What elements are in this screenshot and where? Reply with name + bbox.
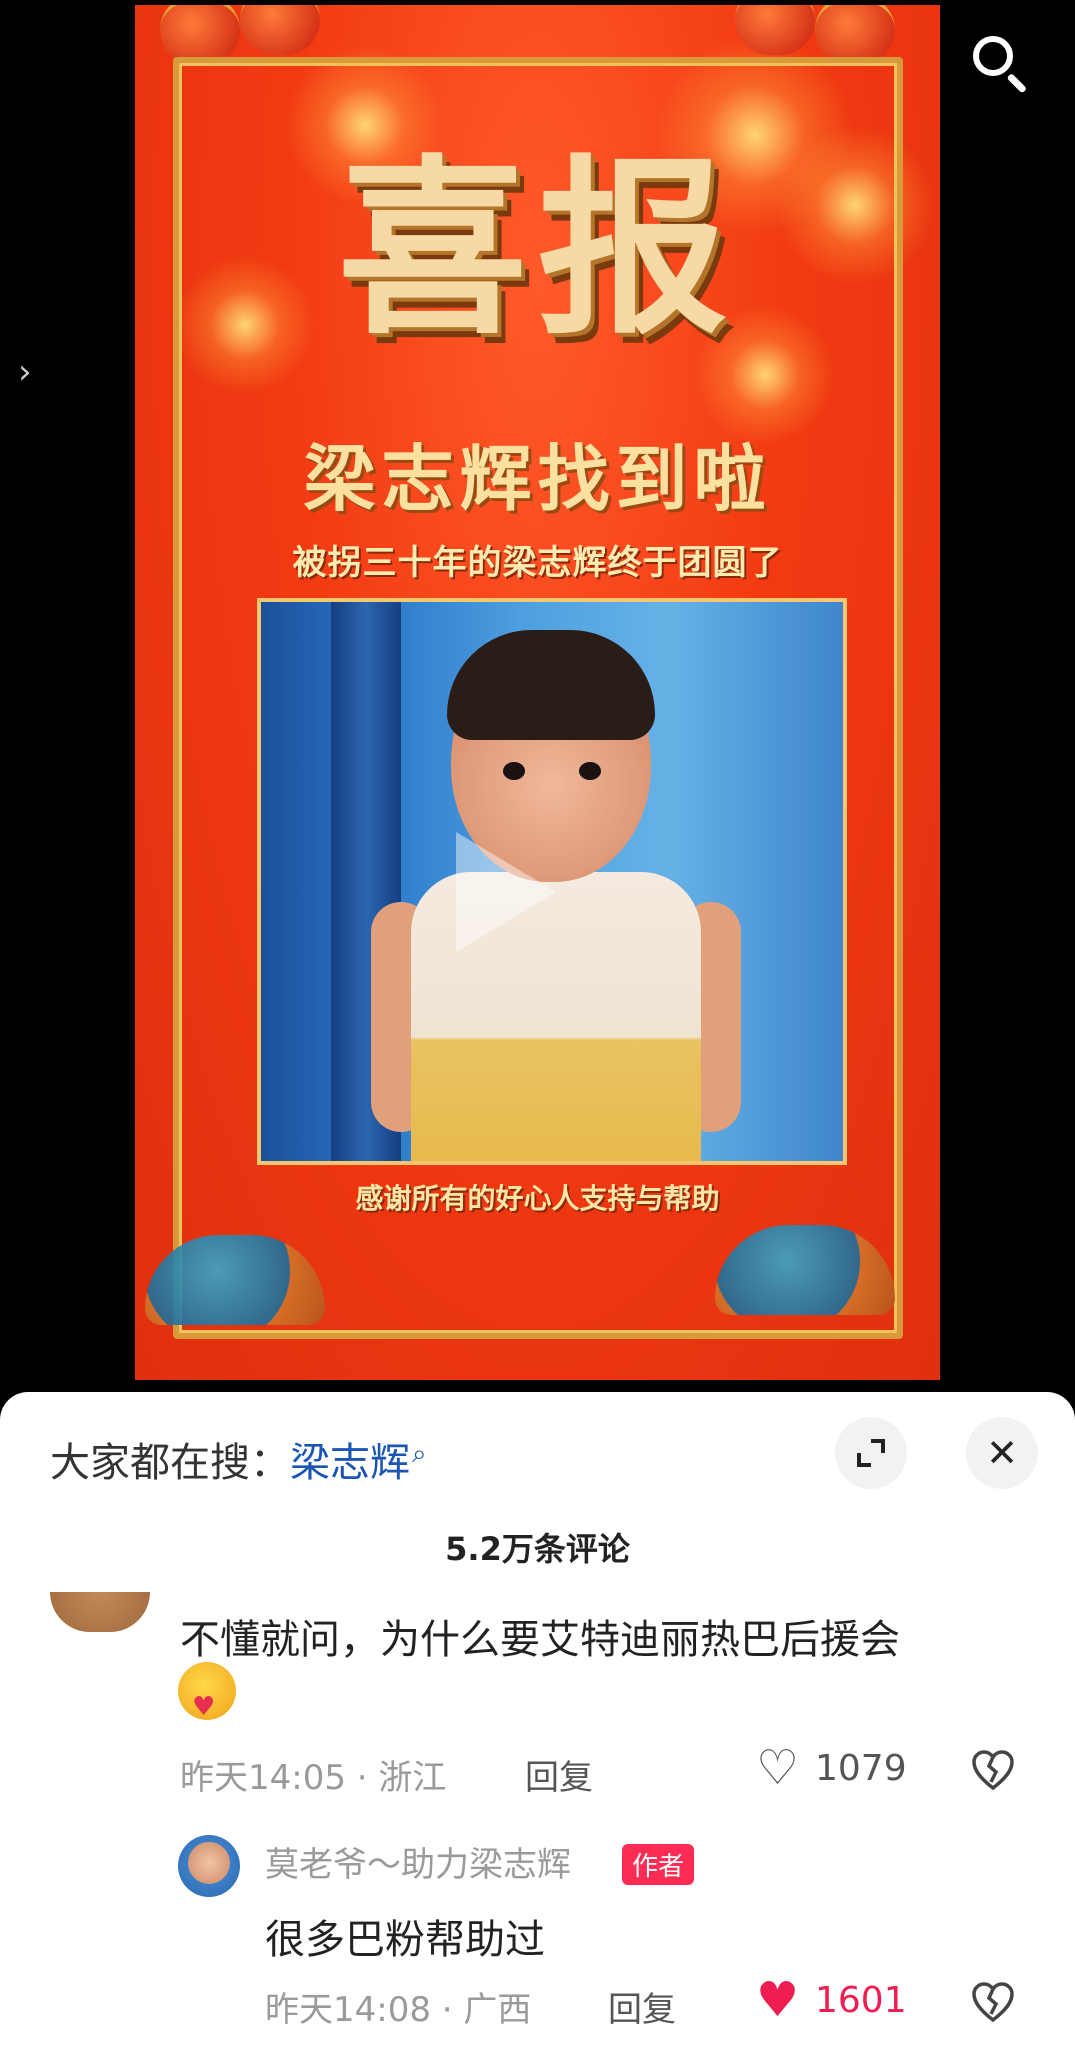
lantern-decoration — [160, 5, 240, 65]
poster-title: 喜报 — [337, 137, 738, 360]
poster-subtitle: 梁志辉找到啦 — [303, 436, 772, 521]
expand-button[interactable] — [835, 1417, 907, 1489]
chevron-right-icon[interactable]: › — [18, 352, 32, 392]
lantern-decoration — [240, 5, 320, 55]
search-icon[interactable] — [965, 28, 1035, 98]
like-count: 1601 — [815, 1980, 907, 2021]
expand-icon — [857, 1439, 885, 1467]
child-hair — [447, 630, 655, 740]
video-poster: 喜报 梁志辉找到啦 被拐三十年的梁志辉终于团圆了 感谢所有的好心人支持与帮助 — [135, 5, 940, 1380]
child-body — [411, 872, 701, 1161]
like-count: 1079 — [815, 1748, 907, 1789]
comment-sheet: 大家都在搜：梁志辉⌕ ✕ 5.2万条评论 不懂就问，为什么要艾特迪丽热巴后援会 … — [0, 1392, 1075, 2072]
poster-thanks: 感谢所有的好心人支持与帮助 — [355, 1182, 720, 1215]
author-avatar[interactable] — [178, 1835, 240, 1897]
page: › 喜报 梁志辉找到啦 被拐三十年的梁志辉终于团圆了 感谢所有的好心人支持与帮助… — [0, 0, 1075, 2072]
hot-search-label: 大家都在搜： — [50, 1440, 290, 1486]
close-button[interactable]: ✕ — [966, 1417, 1038, 1489]
search-small-icon: ⌕ — [412, 1439, 427, 1469]
play-icon[interactable] — [456, 832, 556, 952]
hot-search-bar[interactable]: 大家都在搜：梁志辉⌕ — [50, 1430, 427, 1488]
reply-button[interactable]: 回复 — [608, 1982, 676, 2031]
comment-location: 浙江 — [378, 1758, 447, 1798]
comment-meta: 昨天14:05 · 浙江 — [180, 1758, 447, 1798]
video-player[interactable]: › 喜报 梁志辉找到啦 被拐三十年的梁志辉终于团圆了 感谢所有的好心人支持与帮助 — [0, 0, 1075, 1400]
broken-heart-icon[interactable] — [970, 1748, 1016, 1794]
author-badge: 作者 — [622, 1844, 695, 1885]
reply-text: 很多巴粉帮助过 — [265, 1917, 545, 1963]
reply-username[interactable]: 莫老爷～助力梁志辉 — [265, 1837, 571, 1886]
hot-search-keyword[interactable]: 梁志辉 — [290, 1440, 410, 1486]
child-eye — [579, 762, 601, 780]
reply-time: 昨天14:08 — [265, 1990, 431, 2030]
lantern-decoration — [815, 5, 895, 65]
avatar[interactable] — [50, 1592, 150, 1632]
reply-meta: 昨天14:08 · 广西 — [265, 1990, 532, 2030]
heart-outline-icon[interactable]: ♡ — [756, 1744, 799, 1792]
comment-text: 不懂就问，为什么要艾特迪丽热巴后援会 — [180, 1617, 900, 1663]
reply-location: 广西 — [463, 1990, 532, 2030]
child-photo — [257, 598, 847, 1165]
broken-heart-icon[interactable] — [970, 1980, 1016, 2026]
close-icon: ✕ — [986, 1431, 1018, 1475]
reply-button[interactable]: 回复 — [525, 1750, 593, 1799]
poster-tagline: 被拐三十年的梁志辉终于团圆了 — [292, 543, 783, 583]
heart-filled-icon[interactable]: ♥ — [756, 1976, 799, 2024]
hug-emoji-icon: ♥ — [178, 1662, 236, 1722]
comment-count: 5.2万条评论 — [445, 1530, 630, 1568]
child-eye — [503, 762, 525, 780]
comment-time: 昨天14:05 — [180, 1758, 346, 1798]
